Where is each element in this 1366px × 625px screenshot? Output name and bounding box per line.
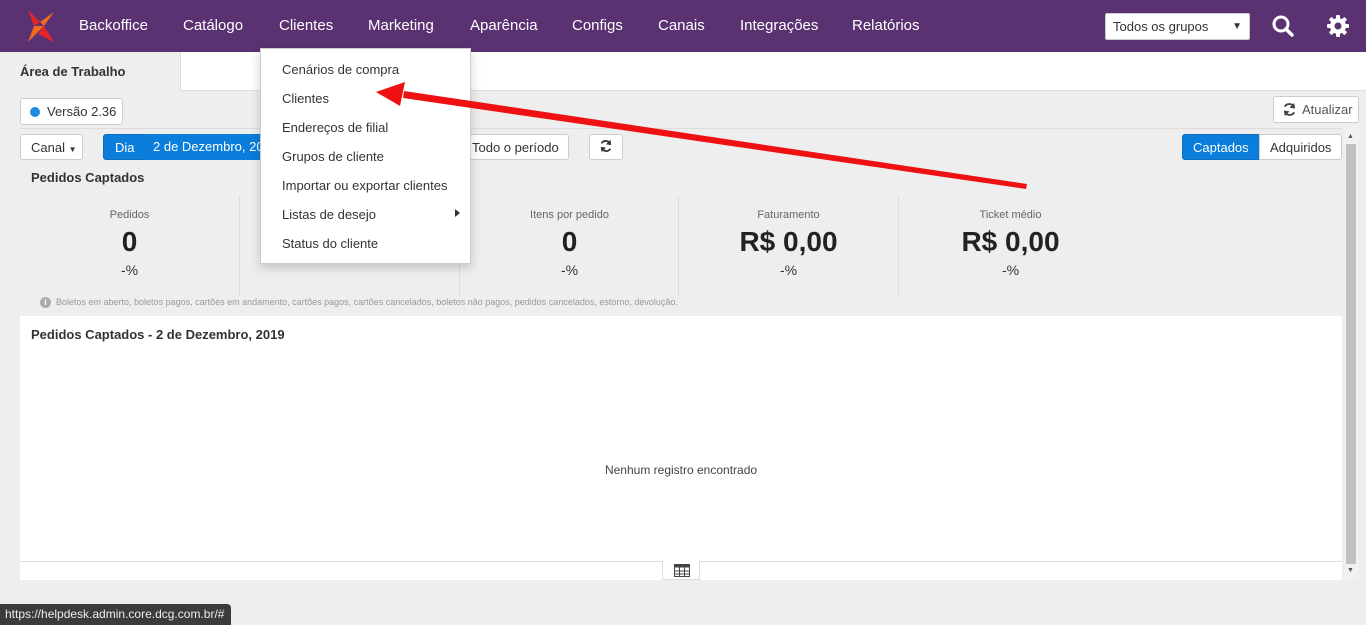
canal-label: Canal bbox=[31, 140, 65, 155]
stat-label: Pedidos bbox=[109, 209, 150, 221]
stat-pedidos: Pedidos 0 -% bbox=[20, 196, 239, 296]
version-label: Versão 2.36 bbox=[47, 104, 117, 119]
summary-title: Pedidos Captados bbox=[31, 170, 145, 185]
nav-backoffice[interactable]: Backoffice bbox=[79, 17, 148, 34]
refresh-icon bbox=[600, 139, 612, 153]
info-note: i Boletos em aberto, boletos pagos, cartõ… bbox=[40, 297, 678, 308]
period-label: Todo o período bbox=[472, 140, 559, 155]
date-picker[interactable]: 2 de Dezembro, 2019 bbox=[145, 134, 270, 160]
info-icon: i bbox=[40, 297, 51, 308]
brand-logo[interactable] bbox=[24, 8, 58, 44]
caret-down-icon: ▼ bbox=[1232, 21, 1242, 32]
stat-label: Itens por pedido bbox=[530, 209, 609, 221]
menu-item-cenarios-de-compra[interactable]: Cenários de compra bbox=[282, 62, 399, 77]
clientes-dropdown-menu: Cenários de compra Clientes Endereços de… bbox=[260, 48, 471, 264]
menu-item-clientes[interactable]: Clientes bbox=[282, 91, 329, 106]
day-button[interactable]: Dia bbox=[103, 134, 146, 160]
stat-label: Faturamento bbox=[757, 209, 820, 221]
refresh-icon bbox=[1283, 102, 1296, 117]
stat-divider bbox=[898, 196, 899, 296]
stat-itens-por-pedido: Itens por pedido 0 -% bbox=[460, 196, 679, 296]
gear-icon[interactable] bbox=[1326, 14, 1350, 38]
reload-button[interactable] bbox=[589, 134, 623, 160]
nav-integracoes[interactable]: Integrações bbox=[740, 17, 818, 34]
day-label: Dia bbox=[115, 140, 135, 155]
group-select-value: Todos os grupos bbox=[1113, 19, 1209, 34]
orders-panel: Pedidos Captados - 2 de Dezembro, 2019 N… bbox=[20, 316, 1342, 580]
toggle-adquiridos-label: Adquiridos bbox=[1270, 140, 1332, 155]
menu-item-listas-de-desejo[interactable]: Listas de desejo bbox=[282, 207, 376, 222]
stat-pct: -% bbox=[120, 262, 139, 278]
toggle-captados-label: Captados bbox=[1193, 140, 1249, 155]
menu-item-status-do-cliente[interactable]: Status do cliente bbox=[282, 236, 378, 251]
menu-item-importar-exportar[interactable]: Importar ou exportar clientes bbox=[282, 178, 447, 193]
tab-area-de-trabalho[interactable]: Área de Trabalho bbox=[0, 52, 181, 91]
refresh-label: Atualizar bbox=[1302, 102, 1353, 117]
top-navigation-bar: Backoffice Catálogo Clientes Marketing A… bbox=[0, 0, 1366, 52]
toggle-adquiridos[interactable]: Adquiridos bbox=[1259, 134, 1342, 160]
stat-value: R$ 0,00 bbox=[739, 226, 838, 257]
divider bbox=[20, 128, 1342, 129]
version-badge: Versão 2.36 bbox=[20, 98, 123, 125]
nav-catalogo[interactable]: Catálogo bbox=[183, 17, 243, 34]
scroll-up-icon[interactable]: ▲ bbox=[1347, 133, 1354, 140]
info-note-text: Boletos em aberto, boletos pagos, cartõe… bbox=[56, 297, 678, 307]
caret-down-icon: ▼ bbox=[68, 145, 77, 154]
nav-canais[interactable]: Canais bbox=[658, 17, 705, 34]
scrollbar[interactable]: ▲ ▼ bbox=[1344, 130, 1358, 580]
tab-label: Área de Trabalho bbox=[20, 64, 126, 79]
stat-value: 0 bbox=[561, 226, 578, 257]
nav-clientes[interactable]: Clientes bbox=[279, 17, 333, 34]
canal-dropdown[interactable]: Canal ▼ bbox=[20, 134, 83, 160]
panel-title: Pedidos Captados - 2 de Dezembro, 2019 bbox=[31, 327, 285, 342]
empty-message: Nenhum registro encontrado bbox=[604, 463, 758, 477]
stat-pct: -% bbox=[560, 262, 579, 278]
date-value: 2 de Dezembro, 2019 bbox=[153, 139, 270, 154]
tab-strip: Área de Trabalho bbox=[0, 52, 1366, 91]
stat-value: 0 bbox=[121, 226, 138, 257]
table-icon bbox=[674, 564, 690, 577]
nav-relatorios[interactable]: Relatórios bbox=[852, 17, 920, 34]
toggle-captados[interactable]: Captados bbox=[1182, 134, 1260, 160]
scroll-down-icon[interactable]: ▼ bbox=[1347, 567, 1354, 574]
scrollbar-thumb[interactable] bbox=[1346, 144, 1356, 564]
nav-configs[interactable]: Configs bbox=[572, 17, 623, 34]
group-select[interactable]: Todos os grupos ▼ bbox=[1105, 13, 1250, 40]
stat-pct: -% bbox=[1001, 262, 1020, 278]
stat-value: R$ 0,00 bbox=[961, 226, 1060, 257]
stat-pct: -% bbox=[779, 262, 798, 278]
submenu-caret-icon bbox=[455, 209, 460, 217]
stat-ticket-medio: Ticket médio R$ 0,00 -% bbox=[901, 196, 1120, 296]
stat-faturamento: Faturamento R$ 0,00 -% bbox=[679, 196, 898, 296]
menu-item-grupos-de-cliente[interactable]: Grupos de cliente bbox=[282, 149, 384, 164]
status-dot-icon bbox=[30, 107, 40, 117]
browser-status-bar: https://helpdesk.admin.core.dcg.com.br/# bbox=[0, 604, 232, 625]
stat-label: Ticket médio bbox=[979, 209, 1042, 221]
nav-aparencia[interactable]: Aparência bbox=[470, 17, 538, 34]
menu-item-enderecos-de-filial[interactable]: Endereços de filial bbox=[282, 120, 388, 135]
nav-marketing[interactable]: Marketing bbox=[368, 17, 434, 34]
search-icon[interactable] bbox=[1271, 14, 1295, 38]
period-button[interactable]: Todo o período bbox=[461, 134, 569, 160]
table-view-button[interactable] bbox=[662, 561, 700, 580]
refresh-button[interactable]: Atualizar bbox=[1273, 96, 1359, 123]
